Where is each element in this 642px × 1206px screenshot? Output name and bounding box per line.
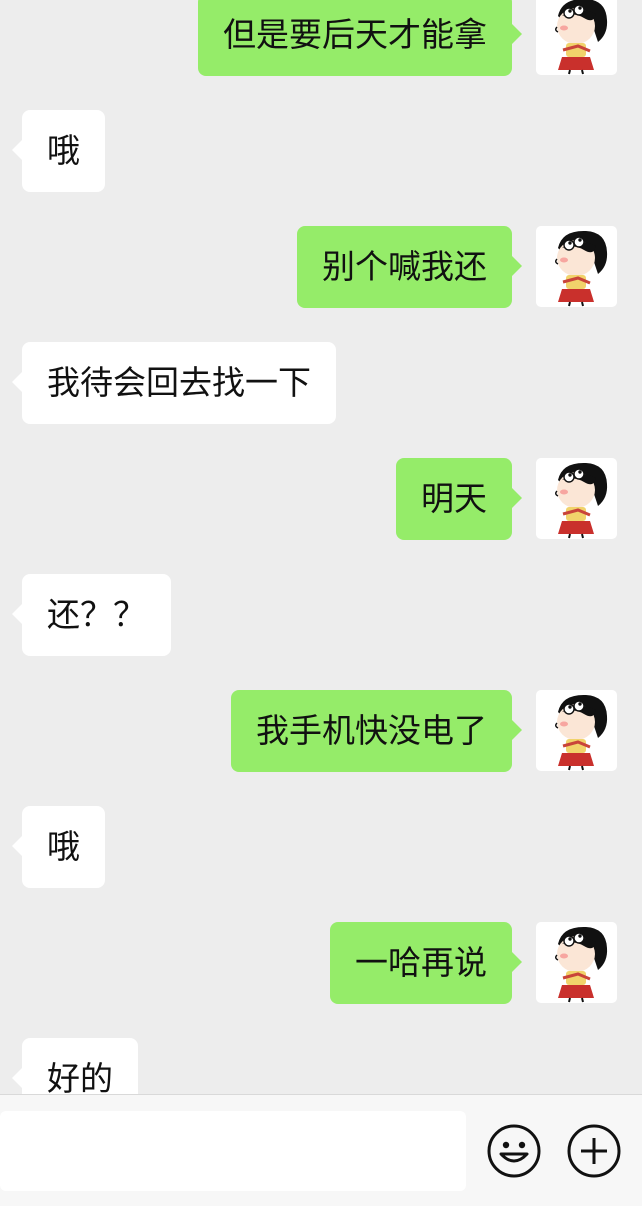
- sent-message: 明天: [0, 458, 642, 540]
- sent-message-bubble[interactable]: 明天: [396, 458, 522, 540]
- avatar[interactable]: [536, 690, 617, 771]
- avatar[interactable]: [536, 0, 617, 75]
- received-message: 哦: [0, 806, 642, 888]
- sent-message: 但是要后天才能拿: [0, 0, 642, 76]
- received-message: 还？？: [0, 574, 642, 656]
- received-message: 好的: [0, 1038, 642, 1094]
- received-message-bubble[interactable]: 还？？: [12, 574, 171, 656]
- sent-message: 别个喊我还: [0, 226, 642, 308]
- sent-message-bubble[interactable]: 我手机快没电了: [231, 690, 522, 772]
- avatar[interactable]: [536, 226, 617, 307]
- received-message: 哦: [0, 110, 642, 192]
- received-message-bubble[interactable]: 哦: [12, 110, 105, 192]
- received-message: 我待会回去找一下: [0, 342, 642, 424]
- sent-message-bubble[interactable]: 但是要后天才能拿: [198, 0, 522, 76]
- sent-message: 一哈再说: [0, 922, 642, 1004]
- received-message-bubble[interactable]: 好的: [12, 1038, 138, 1094]
- smiley-face-icon[interactable]: [486, 1123, 542, 1179]
- received-message-bubble[interactable]: 哦: [12, 806, 105, 888]
- avatar[interactable]: [536, 458, 617, 539]
- chat-message-list[interactable]: 但是要后天才能拿哦别个喊我还 我待会回去找一下 明天 还？？ 我手机快没电了哦一哈再说好…: [0, 0, 642, 1094]
- message-text-input[interactable]: [0, 1111, 466, 1191]
- sent-message-bubble[interactable]: 别个喊我还: [297, 226, 522, 308]
- plus-circle-icon[interactable]: [566, 1123, 622, 1179]
- received-message-bubble[interactable]: 我待会回去找一下: [12, 342, 336, 424]
- sent-message-bubble[interactable]: 一哈再说: [330, 922, 522, 1004]
- chat-input-bar: [0, 1094, 642, 1206]
- sent-message: 我手机快没电了: [0, 690, 642, 772]
- avatar[interactable]: [536, 922, 617, 1003]
